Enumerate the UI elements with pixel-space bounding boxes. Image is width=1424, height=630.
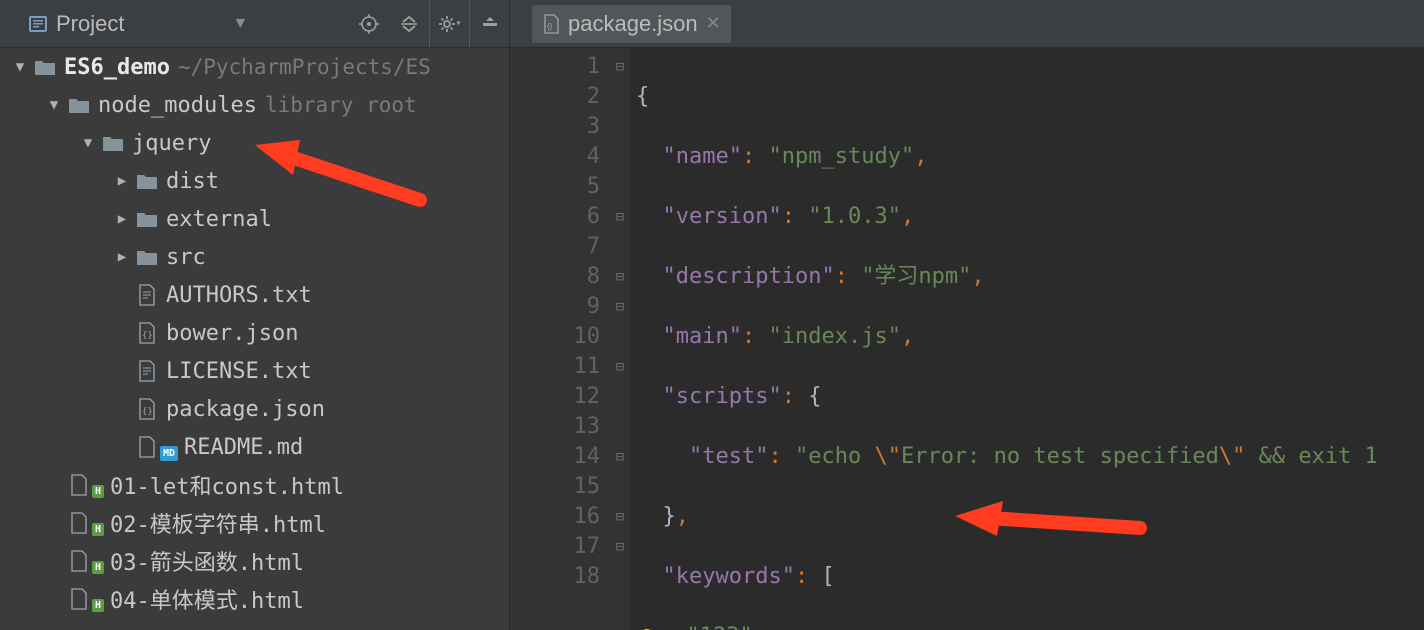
- line-number: 14: [510, 442, 600, 472]
- caret-icon[interactable]: [74, 135, 102, 151]
- line-number: 16: [510, 502, 600, 532]
- line-number: 9: [510, 292, 600, 322]
- tree-label: 04-单体模式.html: [110, 583, 304, 615]
- line-number: 18: [510, 562, 600, 592]
- folder-icon: [136, 208, 158, 230]
- project-tree[interactable]: ES6_demo ~/PycharmProjects/ES node_modul…: [0, 48, 510, 630]
- code-editor[interactable]: 1 2 3 4 5 6 7 8 9 10 11 12 13 14 15 16 1…: [510, 48, 1424, 630]
- json-file-icon: {}: [136, 322, 158, 344]
- folder-icon: [136, 170, 158, 192]
- line-number: 11: [510, 352, 600, 382]
- tree-file-readme[interactable]: MD README.md: [0, 428, 509, 466]
- svg-text:{}: {}: [142, 407, 153, 417]
- text-file-icon: [136, 284, 158, 306]
- tree-file-bower[interactable]: {} bower.json: [0, 314, 509, 352]
- gear-icon[interactable]: ▾: [429, 0, 469, 48]
- html-file-icon: [68, 550, 90, 572]
- tree-label: LICENSE.txt: [166, 359, 312, 384]
- line-number: 3: [510, 112, 600, 142]
- line-number: 7: [510, 232, 600, 262]
- html-file-icon: [68, 588, 90, 610]
- editor-tabbar: {} package.json ✕: [510, 5, 1424, 43]
- tree-jquery[interactable]: jquery: [0, 124, 509, 162]
- tree-label: ES6_demo: [64, 55, 170, 80]
- line-number: 17: [510, 532, 600, 562]
- h-badge: H: [92, 485, 104, 498]
- h-badge: H: [92, 599, 104, 612]
- line-number: 8: [510, 262, 600, 292]
- tree-label: src: [166, 245, 206, 270]
- fold-gutter[interactable]: ⊟ ⊟⊟ ⊟⊟ ⊟⊟⊟: [610, 48, 630, 630]
- code-area[interactable]: { "name": "npm_study", "version": "1.0.3…: [630, 48, 1424, 630]
- tree-file-02[interactable]: H 02-模板字符串.html: [0, 504, 509, 542]
- line-number: 15: [510, 472, 600, 502]
- line-number: 1: [510, 52, 600, 82]
- line-number: 10: [510, 322, 600, 352]
- intention-bulb-icon[interactable]: [636, 626, 658, 630]
- svg-text:{}: {}: [142, 331, 153, 341]
- tree-file-package[interactable]: {} package.json: [0, 390, 509, 428]
- caret-icon[interactable]: [6, 59, 34, 75]
- line-number: 6: [510, 202, 600, 232]
- line-number: 4: [510, 142, 600, 172]
- tree-file-03[interactable]: H 03-箭头函数.html: [0, 542, 509, 580]
- tree-file-01[interactable]: H 01-let和const.html: [0, 466, 509, 504]
- h-badge: H: [92, 561, 104, 574]
- html-file-icon: [68, 474, 90, 496]
- line-number: 5: [510, 172, 600, 202]
- tree-src[interactable]: src: [0, 238, 509, 276]
- folder-icon: [68, 94, 90, 116]
- tree-label: bower.json: [166, 321, 298, 346]
- tree-path: ~/PycharmProjects/ES: [178, 55, 431, 79]
- tree-file-04[interactable]: H 04-单体模式.html: [0, 580, 509, 618]
- chevron-down-icon: ▼: [232, 15, 248, 33]
- close-tab-icon[interactable]: ✕: [706, 13, 721, 34]
- project-icon: [28, 14, 48, 34]
- json-file-icon: {}: [542, 14, 560, 34]
- line-number-gutter: 1 2 3 4 5 6 7 8 9 10 11 12 13 14 15 16 1…: [510, 48, 610, 630]
- html-file-icon: [68, 512, 90, 534]
- caret-icon[interactable]: [40, 97, 68, 113]
- folder-icon: [136, 246, 158, 268]
- md-badge: MD: [160, 446, 178, 461]
- tree-file-license[interactable]: LICENSE.txt: [0, 352, 509, 390]
- line-number: 12: [510, 382, 600, 412]
- line-number: 2: [510, 82, 600, 112]
- tree-label: 01-let和const.html: [110, 469, 344, 501]
- collapse-all-icon[interactable]: [389, 0, 429, 48]
- caret-icon[interactable]: [108, 211, 136, 227]
- markdown-file-icon: [136, 436, 158, 458]
- tree-label: package.json: [166, 397, 325, 422]
- h-badge: H: [92, 523, 104, 536]
- locate-icon[interactable]: [349, 0, 389, 48]
- svg-text:{}: {}: [547, 22, 553, 31]
- tree-label: jquery: [132, 131, 211, 156]
- editor-tab-label: package.json: [568, 11, 698, 37]
- tree-root[interactable]: ES6_demo ~/PycharmProjects/ES: [0, 48, 509, 86]
- tree-label: dist: [166, 169, 219, 194]
- tree-label: 03-箭头函数.html: [110, 545, 304, 577]
- caret-icon[interactable]: [108, 173, 136, 189]
- tree-dist[interactable]: dist: [0, 162, 509, 200]
- tree-label: AUTHORS.txt: [166, 283, 312, 308]
- json-file-icon: {}: [136, 398, 158, 420]
- tree-note: library root: [265, 93, 417, 117]
- folder-icon: [34, 56, 56, 78]
- tree-label: README.md: [184, 435, 303, 460]
- line-number: 13: [510, 412, 600, 442]
- project-tool-window-label: Project: [56, 11, 124, 37]
- hide-icon[interactable]: [469, 0, 509, 48]
- tree-node-modules[interactable]: node_modules library root: [0, 86, 509, 124]
- project-tool-window-toggle[interactable]: Project ▼: [28, 11, 248, 37]
- editor-tab-package-json[interactable]: {} package.json ✕: [532, 5, 731, 43]
- tree-label: 02-模板字符串.html: [110, 507, 326, 539]
- caret-icon[interactable]: [108, 249, 136, 265]
- folder-icon: [102, 132, 124, 154]
- tree-external[interactable]: external: [0, 200, 509, 238]
- ide-toolbar: Project ▼ ▾ {}: [0, 0, 1424, 48]
- tree-label: external: [166, 207, 272, 232]
- tree-file-authors[interactable]: AUTHORS.txt: [0, 276, 509, 314]
- text-file-icon: [136, 360, 158, 382]
- tree-label: node_modules: [98, 93, 257, 118]
